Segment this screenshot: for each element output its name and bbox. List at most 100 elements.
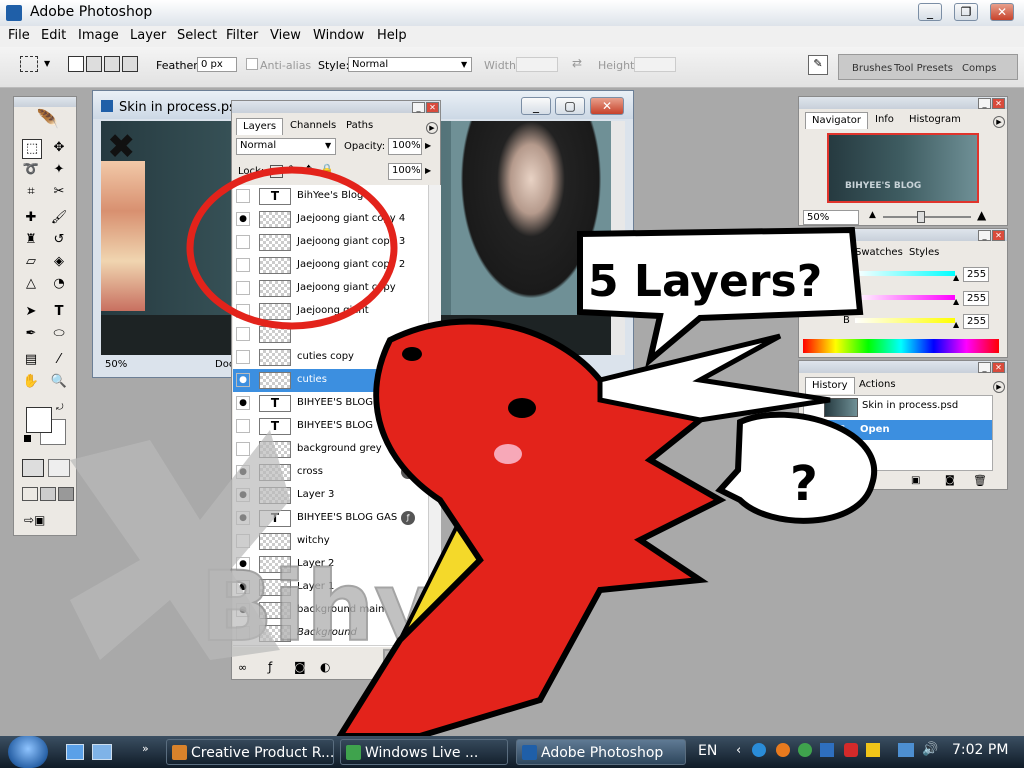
volume-icon[interactable]: 🔊: [922, 742, 938, 757]
start-button[interactable]: [8, 736, 48, 768]
fill-arrow-icon[interactable]: ▶: [425, 166, 431, 175]
document-close-button[interactable]: ✕: [590, 97, 624, 115]
slider-thumb-icon[interactable]: ▲: [953, 273, 959, 282]
eye-icon[interactable]: [236, 281, 250, 295]
navigator-zoom-slider[interactable]: [883, 216, 971, 218]
ellipse-tool[interactable]: ⬭: [50, 325, 68, 343]
close-button[interactable]: ✕: [990, 3, 1014, 21]
layer-row[interactable]: ● cuties: [233, 369, 441, 393]
document-vertical-scrollbar[interactable]: [611, 121, 625, 355]
color-value-3[interactable]: 255: [963, 314, 989, 329]
layer-row[interactable]: ● Layer 3: [233, 484, 441, 508]
yellow-slider-track[interactable]: [855, 318, 955, 323]
layer-row[interactable]: witchy: [233, 530, 441, 554]
lock-image-icon[interactable]: ✎: [288, 163, 297, 176]
style-select[interactable]: Normal: [348, 57, 472, 72]
eye-icon[interactable]: [236, 304, 250, 318]
eye-icon[interactable]: ●: [236, 396, 250, 410]
tab-histogram[interactable]: Histogram: [903, 112, 967, 128]
foreground-color-swatch[interactable]: [26, 407, 52, 433]
history-snapshot-item[interactable]: Skin in process.psd: [804, 396, 992, 418]
new-document-from-state-icon[interactable]: ▣: [911, 475, 920, 486]
marquee-tool-preset-icon[interactable]: [20, 56, 38, 72]
tool-options-icon[interactable]: ✎: [808, 55, 828, 75]
standard-mode-button[interactable]: [22, 459, 44, 477]
switch-windows-icon[interactable]: [92, 744, 112, 760]
lock-transparency-icon[interactable]: [270, 165, 283, 178]
color-panel-close[interactable]: ✕: [992, 230, 1005, 241]
clock[interactable]: 7:02 PM: [952, 742, 1008, 758]
slider-thumb-icon[interactable]: ▲: [953, 297, 959, 306]
eye-icon[interactable]: ●: [236, 557, 250, 571]
taskbar-button-windows-live[interactable]: Windows Live ...: [340, 739, 508, 765]
magic-wand-tool[interactable]: ✦: [50, 161, 68, 179]
tab-history[interactable]: History: [805, 377, 855, 394]
eye-icon[interactable]: [236, 534, 250, 548]
antialias-checkbox[interactable]: [246, 58, 258, 70]
layer-row[interactable]: T BIHYEE'S BLOG: [233, 415, 441, 439]
layer-row[interactable]: Jaejoong giant: [233, 300, 441, 324]
color-value-2[interactable]: 255: [963, 291, 989, 306]
eye-icon[interactable]: ●: [236, 465, 250, 479]
layer-row[interactable]: Jaejoong giant copy 3: [233, 231, 441, 255]
eye-icon[interactable]: [236, 258, 250, 272]
swap-arrows-icon[interactable]: ⇄: [572, 56, 582, 70]
selection-mode-subtract-icon[interactable]: [104, 56, 120, 72]
eye-icon[interactable]: [236, 626, 250, 640]
eraser-tool[interactable]: ▱: [22, 253, 40, 271]
eye-icon[interactable]: ●: [236, 511, 250, 525]
tab-swatches[interactable]: Swatches: [849, 245, 909, 261]
tray-app-icon-2[interactable]: [776, 743, 790, 757]
layer-row[interactable]: ● background main: [233, 599, 441, 623]
history-panel-menu-button[interactable]: ▶: [993, 381, 1005, 393]
zoom-in-icon[interactable]: ▲: [977, 208, 986, 222]
add-layer-style-icon[interactable]: ƒ: [268, 660, 272, 674]
eye-icon[interactable]: [236, 327, 250, 341]
menu-edit[interactable]: Edit: [41, 28, 66, 43]
security-shield-icon[interactable]: [844, 743, 858, 757]
layer-row[interactable]: [233, 323, 441, 347]
navigator-preview[interactable]: BIHYEE'S BLOG: [827, 133, 979, 203]
layers-panel-menu-button[interactable]: ▶: [426, 122, 438, 134]
rectangular-marquee-tool[interactable]: ⬚: [22, 139, 42, 159]
tray-expand-icon[interactable]: ‹: [736, 743, 741, 758]
tray-app-icon-3[interactable]: [798, 743, 812, 757]
taskbar-button-creative-product[interactable]: Creative Product R...: [166, 739, 334, 765]
menu-view[interactable]: View: [270, 28, 301, 43]
history-panel-close[interactable]: ✕: [992, 362, 1005, 373]
type-tool[interactable]: T: [50, 303, 68, 321]
menu-select[interactable]: Select: [177, 28, 217, 43]
lock-all-icon[interactable]: 🔒: [320, 163, 334, 176]
eye-icon[interactable]: [236, 235, 250, 249]
jump-to-imageready-button[interactable]: ⇨▣: [24, 513, 62, 529]
menu-help[interactable]: Help: [377, 28, 407, 43]
menu-file[interactable]: File: [8, 28, 30, 43]
layer-row[interactable]: cuties copy: [233, 346, 441, 370]
selection-mode-intersect-icon[interactable]: [122, 56, 138, 72]
layer-row[interactable]: Background: [233, 622, 441, 646]
eye-icon[interactable]: ●: [236, 580, 250, 594]
eye-icon[interactable]: [236, 189, 250, 203]
lasso-tool[interactable]: ➰: [22, 161, 40, 179]
notes-tool[interactable]: ▤: [22, 351, 40, 369]
quick-mask-button[interactable]: [48, 459, 70, 477]
well-tab-comps[interactable]: Comps: [962, 63, 996, 74]
selection-mode-add-icon[interactable]: [86, 56, 102, 72]
new-snapshot-icon[interactable]: ◙: [945, 475, 955, 486]
opacity-input[interactable]: 100%: [388, 138, 422, 155]
tab-styles[interactable]: Styles: [903, 245, 945, 261]
navigator-panel-minimize[interactable]: _: [978, 98, 991, 109]
color-value-1[interactable]: 255: [963, 267, 989, 282]
layers-panel-minimize[interactable]: _: [412, 102, 425, 113]
document-zoom-field[interactable]: 50%: [105, 359, 127, 370]
layer-row[interactable]: ● T BIHYEE'S BLOG GAS ƒ: [233, 507, 441, 531]
hand-tool[interactable]: ✋: [22, 373, 40, 391]
history-brush-tool[interactable]: ↺: [50, 231, 68, 249]
layer-row[interactable]: T BihYee's Blog: [233, 185, 441, 209]
height-input[interactable]: [634, 57, 676, 72]
swap-colors-icon[interactable]: ⤾: [56, 403, 64, 413]
history-state-open[interactable]: ▶ ▤ Open: [804, 420, 992, 440]
well-tab-tool-presets[interactable]: Tool Presets: [894, 63, 953, 74]
layers-panel-close[interactable]: ✕: [426, 102, 439, 113]
eye-icon[interactable]: [236, 419, 250, 433]
